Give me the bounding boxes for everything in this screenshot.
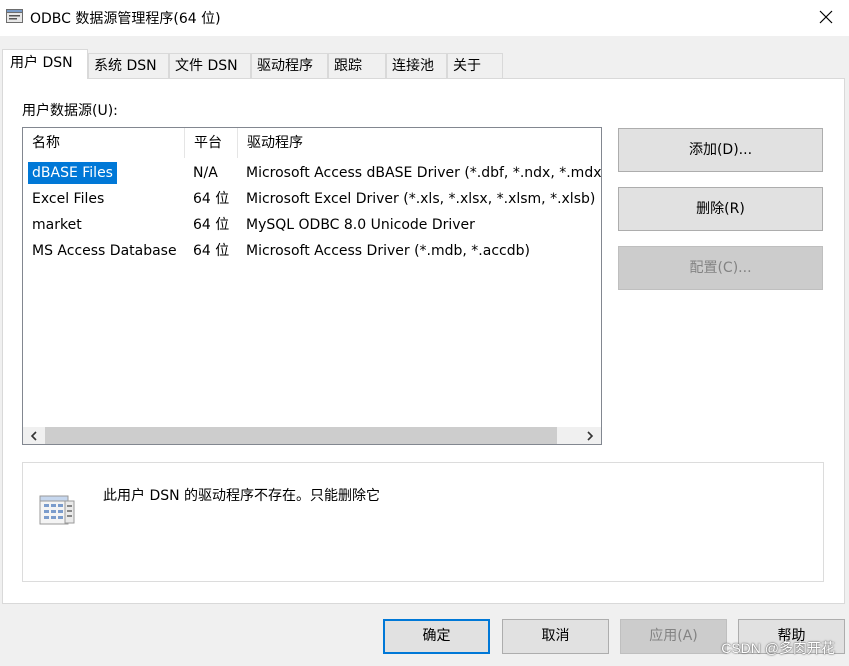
list-item[interactable]: dBASE Files N/A Microsoft Access dBASE D… xyxy=(23,160,602,186)
horizontal-scrollbar[interactable] xyxy=(23,427,601,444)
dsn-name: MS Access Database xyxy=(32,243,177,259)
tab-label: 跟踪 xyxy=(334,58,362,74)
tab-system-dsn[interactable]: 系统 DSN xyxy=(88,53,169,78)
close-button[interactable] xyxy=(803,0,849,34)
tab-label: 用户 DSN xyxy=(10,55,73,71)
odbc-app-icon xyxy=(6,9,23,23)
dsn-platform: 64 位 xyxy=(193,191,230,207)
window-title: ODBC 数据源管理程序(64 位) xyxy=(30,11,221,27)
column-header-platform[interactable]: 平台 xyxy=(185,128,238,158)
dsn-driver: MySQL ODBC 8.0 Unicode Driver xyxy=(246,217,475,233)
dsn-driver: Microsoft Excel Driver (*.xls, *.xlsx, *… xyxy=(246,191,596,207)
selected-highlight: dBASE Files xyxy=(28,162,117,184)
chevron-right-icon xyxy=(586,430,593,441)
scrollbar-thumb[interactable] xyxy=(45,427,557,444)
list-item[interactable]: Excel Files 64 位 Microsoft Excel Driver … xyxy=(23,186,601,212)
column-header-label: 驱动程序 xyxy=(247,135,303,151)
tab-about[interactable]: 关于 xyxy=(447,53,503,78)
info-box: 此用户 DSN 的驱动程序不存在。只能删除它 xyxy=(22,462,824,582)
title-bar: ODBC 数据源管理程序(64 位) xyxy=(0,0,849,36)
tab-file-dsn[interactable]: 文件 DSN xyxy=(169,53,251,78)
configure-button[interactable]: 配置(C)... xyxy=(618,246,823,290)
cancel-button[interactable]: 取消 xyxy=(502,619,609,654)
scroll-right-button[interactable] xyxy=(581,427,598,444)
tab-label: 系统 DSN xyxy=(94,58,157,74)
tab-drivers[interactable]: 驱动程序 xyxy=(251,53,328,78)
column-header-label: 名称 xyxy=(32,135,60,151)
dsn-driver: Microsoft Access dBASE Driver (*.dbf, *.… xyxy=(246,165,602,181)
user-dsn-list[interactable]: 名称 平台 驱动程序 dBASE Files N/A Microsoft Acc… xyxy=(22,127,602,445)
dsn-name: market xyxy=(32,217,82,233)
list-item[interactable]: MS Access Database 64 位 Microsoft Access… xyxy=(23,238,601,264)
tab-user-dsn[interactable]: 用户 DSN xyxy=(2,49,88,79)
chevron-left-icon xyxy=(30,430,37,441)
column-header-driver[interactable]: 驱动程序 xyxy=(238,128,601,158)
column-header-name[interactable]: 名称 xyxy=(23,128,185,158)
dsn-platform: 64 位 xyxy=(193,217,230,233)
scroll-left-button[interactable] xyxy=(25,427,42,444)
remove-button[interactable]: 删除(R) xyxy=(618,187,823,231)
tab-connection-pooling[interactable]: 连接池 xyxy=(386,53,447,78)
dsn-platform: N/A xyxy=(193,165,218,181)
dsn-name: Excel Files xyxy=(32,191,105,207)
tab-label: 驱动程序 xyxy=(257,58,313,74)
apply-button[interactable]: 应用(A) xyxy=(620,619,727,654)
info-message: 此用户 DSN 的驱动程序不存在。只能删除它 xyxy=(103,488,381,504)
user-dsn-label: 用户数据源(U): xyxy=(22,103,118,119)
close-icon xyxy=(819,10,833,24)
ok-button[interactable]: 确定 xyxy=(383,619,490,654)
dsn-driver: Microsoft Access Driver (*.mdb, *.accdb) xyxy=(246,243,530,259)
dsn-platform: 64 位 xyxy=(193,243,230,259)
list-header: 名称 平台 驱动程序 xyxy=(23,128,601,158)
dsn-name: dBASE Files xyxy=(28,160,117,186)
tab-tracing[interactable]: 跟踪 xyxy=(328,53,386,78)
list-item[interactable]: market 64 位 MySQL ODBC 8.0 Unicode Drive… xyxy=(23,212,601,238)
tab-label: 关于 xyxy=(453,58,481,74)
tab-label: 文件 DSN xyxy=(175,58,238,74)
watermark-text: CSDN @多肉开花 xyxy=(721,640,835,656)
column-header-label: 平台 xyxy=(194,135,222,151)
tab-label: 连接池 xyxy=(392,58,434,74)
data-source-icon xyxy=(39,495,75,525)
add-button[interactable]: 添加(D)... xyxy=(618,128,823,172)
